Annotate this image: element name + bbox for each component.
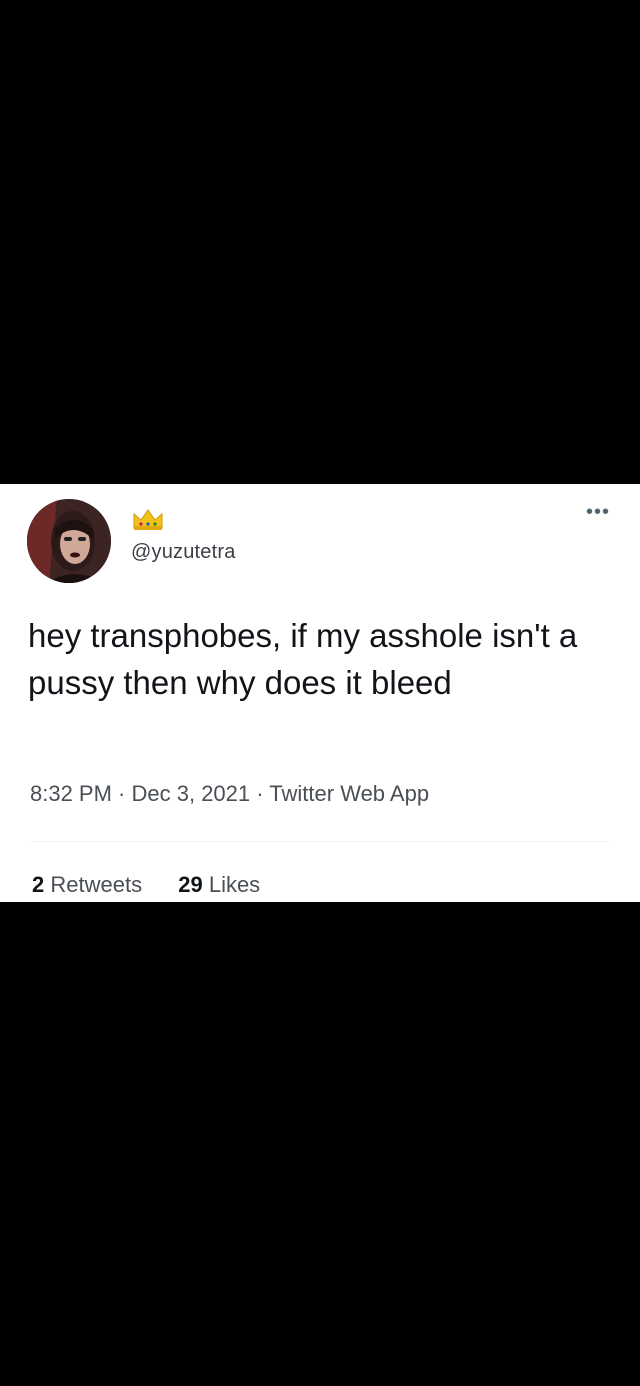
crown-icon (133, 509, 163, 530)
user-handle[interactable]: @yuzutetra (131, 541, 236, 564)
likes-label: Likes (208, 872, 261, 897)
display-name[interactable] (131, 506, 165, 532)
retweets-count: 2 (32, 872, 45, 897)
tweet-card: @yuzutetra ••• hey transphobes, if my as… (0, 484, 640, 902)
avatar-photo (27, 499, 111, 583)
tweet-metadata: 8:32 PM · Dec 3, 2021 · Twitter Web App (30, 781, 429, 807)
tweet-date[interactable]: Dec 3, 2021 (132, 781, 251, 806)
divider (30, 841, 610, 842)
tweet-text: hey transphobes, if my asshole isn't a p… (28, 617, 578, 701)
tweet-stats: 2 Retweets 29 Likes (32, 872, 290, 898)
tweet-time[interactable]: 8:32 PM (30, 781, 112, 806)
more-options-icon[interactable]: ••• (586, 502, 610, 522)
likes-count: 29 (178, 872, 203, 897)
likes-stat[interactable]: 29 Likes (178, 872, 260, 897)
retweets-label: Retweets (50, 872, 143, 897)
separator: · (250, 781, 270, 806)
separator: · (111, 781, 132, 806)
retweets-stat[interactable]: 2 Retweets (32, 872, 142, 897)
tweet-source[interactable]: Twitter Web App (269, 781, 429, 806)
avatar[interactable] (27, 499, 111, 583)
